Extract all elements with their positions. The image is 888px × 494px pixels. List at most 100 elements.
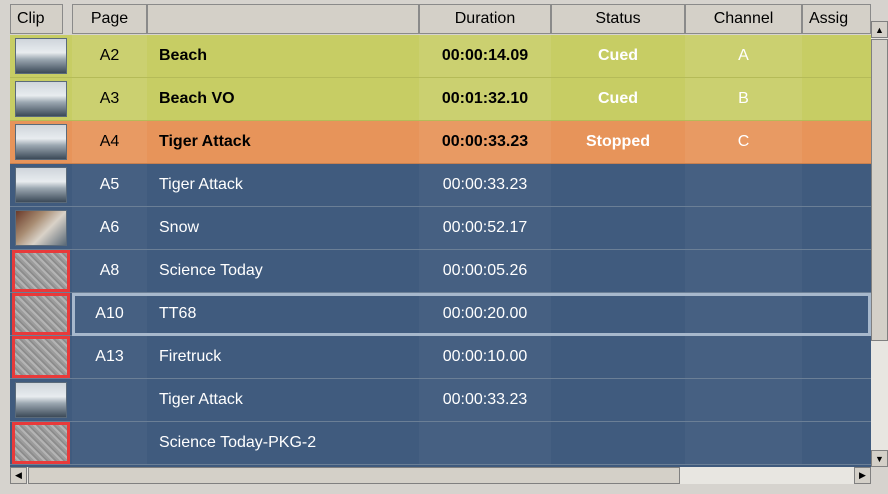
clip-name-cell: TT68 xyxy=(159,305,197,322)
clip-name-cell: Science Today xyxy=(159,262,263,279)
page-cell xyxy=(72,379,147,421)
clip-thumbnail-cell[interactable] xyxy=(10,422,72,464)
clip-thumbnail[interactable] xyxy=(15,167,67,203)
page-cell: A8 xyxy=(72,250,147,292)
page-cell: A13 xyxy=(72,336,147,378)
clip-name-cell: Firetruck xyxy=(159,348,222,365)
clip-thumbnail[interactable] xyxy=(15,382,67,418)
clip-name-cell: Snow xyxy=(159,219,200,236)
clip-thumbnail-cell[interactable] xyxy=(10,78,72,120)
clip-name-cell: Beach xyxy=(159,47,208,64)
clip-thumbnail-cell[interactable] xyxy=(10,207,72,249)
page-cell: A3 xyxy=(72,78,147,120)
page-cell: A6 xyxy=(72,207,147,249)
channel-cell xyxy=(685,293,802,335)
clip-row[interactable]: A10 TT68 00:00:20.00 xyxy=(10,293,871,336)
page-cell: A4 xyxy=(72,121,147,163)
scroll-left-arrow-icon[interactable]: ◀ xyxy=(10,467,27,484)
page-cell: A10 xyxy=(72,293,147,335)
clip-row[interactable]: A6 Snow 00:00:52.17 xyxy=(10,207,871,250)
status-cell xyxy=(551,336,685,378)
assign-cell xyxy=(802,250,871,292)
assign-cell xyxy=(802,164,871,206)
scroll-down-arrow-icon[interactable]: ▼ xyxy=(871,450,888,467)
clip-list: A2 Beach 00:00:14.09 Cued A A3 Beach VO 00:01:3… xyxy=(10,35,871,467)
offline-clip-thumbnail[interactable] xyxy=(12,250,70,292)
assign-cell xyxy=(802,336,871,378)
page-cell: A5 xyxy=(72,164,147,206)
clip-name-cell: Beach VO xyxy=(159,90,235,107)
assign-cell xyxy=(802,35,871,77)
page-cell: A2 xyxy=(72,35,147,77)
status-cell xyxy=(551,207,685,249)
clip-thumbnail[interactable] xyxy=(15,81,67,117)
clip-row[interactable]: Tiger Attack 00:00:33.23 xyxy=(10,379,871,422)
clip-row[interactable]: Science Today-PKG-2 xyxy=(10,422,871,465)
column-header-name[interactable] xyxy=(147,4,419,34)
column-header-page[interactable]: Page xyxy=(72,4,147,34)
column-header-assign[interactable]: Assig xyxy=(802,4,871,34)
duration-cell: 00:00:05.26 xyxy=(419,250,551,292)
clip-thumbnail[interactable] xyxy=(15,124,67,160)
channel-cell xyxy=(685,250,802,292)
offline-clip-thumbnail[interactable] xyxy=(12,422,70,464)
clip-row[interactable]: A8 Science Today 00:00:05.26 xyxy=(10,250,871,293)
assign-cell xyxy=(802,422,871,464)
clip-name-cell: Science Today-PKG-2 xyxy=(159,434,317,451)
offline-clip-thumbnail[interactable] xyxy=(12,293,70,335)
channel-cell xyxy=(685,164,802,206)
clip-name-cell: Tiger Attack xyxy=(159,133,251,150)
status-cell: Cued xyxy=(598,90,638,107)
clip-name-cell: Tiger Attack xyxy=(159,176,243,193)
channel-cell xyxy=(685,379,802,421)
page-cell xyxy=(72,422,147,464)
assign-cell xyxy=(802,78,871,120)
offline-clip-thumbnail[interactable] xyxy=(12,336,70,378)
clip-thumbnail-cell[interactable] xyxy=(10,164,72,206)
clip-row[interactable]: A3 Beach VO 00:01:32.10 Cued B xyxy=(10,78,871,121)
clip-row[interactable]: A5 Tiger Attack 00:00:33.23 xyxy=(10,164,871,207)
status-cell xyxy=(551,250,685,292)
scroll-right-arrow-icon[interactable]: ▶ xyxy=(854,467,871,484)
vertical-scroll-thumb[interactable] xyxy=(871,39,888,341)
clip-thumbnail-cell[interactable] xyxy=(10,121,72,163)
duration-cell: 00:00:20.00 xyxy=(419,293,551,335)
clip-thumbnail[interactable] xyxy=(15,210,67,246)
status-cell: Stopped xyxy=(586,133,650,150)
channel-cell xyxy=(685,207,802,249)
channel-cell: A xyxy=(685,35,802,77)
column-header-duration[interactable]: Duration xyxy=(419,4,551,34)
assign-cell xyxy=(802,121,871,163)
duration-cell: 00:00:33.23 xyxy=(419,164,551,206)
column-header-status[interactable]: Status xyxy=(551,4,685,34)
horizontal-scrollbar[interactable]: ◀ ▶ xyxy=(10,467,871,484)
clip-row[interactable]: A2 Beach 00:00:14.09 Cued A xyxy=(10,35,871,78)
clip-thumbnail-cell[interactable] xyxy=(10,35,72,77)
vertical-scrollbar[interactable]: ▲ ▼ xyxy=(871,21,888,467)
clip-thumbnail-cell[interactable] xyxy=(10,293,72,335)
status-cell xyxy=(551,164,685,206)
duration-cell xyxy=(419,422,551,464)
clip-row[interactable]: A13 Firetruck 00:00:10.00 xyxy=(10,336,871,379)
duration-cell: 00:00:52.17 xyxy=(419,207,551,249)
duration-cell: 00:00:14.09 xyxy=(419,35,551,77)
duration-cell: 00:00:33.23 xyxy=(419,379,551,421)
duration-cell: 00:00:10.00 xyxy=(419,336,551,378)
horizontal-scroll-thumb[interactable] xyxy=(28,467,680,484)
duration-cell: 00:01:32.10 xyxy=(419,78,551,120)
clip-thumbnail-cell[interactable] xyxy=(10,379,72,421)
channel-cell xyxy=(685,422,802,464)
column-header-clip[interactable]: Clip xyxy=(10,4,63,34)
clip-thumbnail[interactable] xyxy=(15,38,67,74)
clip-playlist-window: Clip Page Duration Status Channel Assig … xyxy=(0,0,888,494)
clip-thumbnail-cell[interactable] xyxy=(10,336,72,378)
channel-cell: C xyxy=(685,121,802,163)
scroll-up-arrow-icon[interactable]: ▲ xyxy=(871,21,888,38)
channel-cell xyxy=(685,336,802,378)
clip-row[interactable]: A4 Tiger Attack 00:00:33.23 Stopped C xyxy=(10,121,871,164)
clip-thumbnail-cell[interactable] xyxy=(10,250,72,292)
assign-cell xyxy=(802,379,871,421)
column-header-channel[interactable]: Channel xyxy=(685,4,802,34)
status-cell xyxy=(551,422,685,464)
duration-cell: 00:00:33.23 xyxy=(419,121,551,163)
